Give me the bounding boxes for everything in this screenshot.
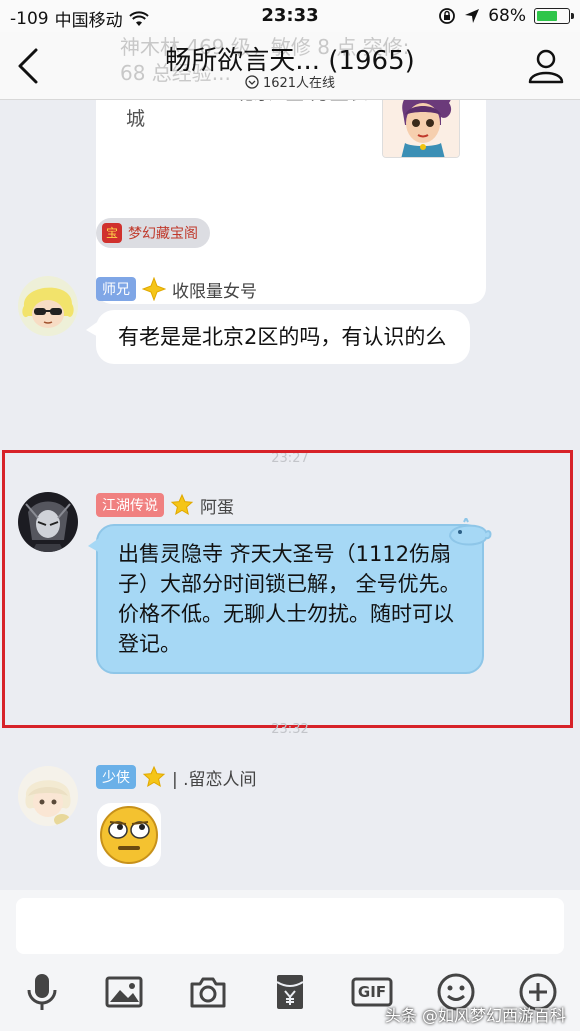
rank-badge: 师兄 [96, 277, 136, 301]
group-members-icon[interactable] [526, 46, 566, 86]
message-header: 少侠 | .留恋人间 [96, 763, 257, 791]
status-bar: -109 中国移动 23:33 68% [0, 0, 580, 32]
rotation-lock-icon [439, 8, 456, 24]
message-bubble[interactable]: 有老是是北京2区的吗，有认识的么 [86, 310, 470, 364]
character-thumbnail[interactable] [382, 100, 460, 158]
highlight-frame [2, 450, 573, 728]
red-packet-icon[interactable] [268, 970, 312, 1014]
online-status: 1621人在线 [0, 72, 580, 91]
source-tag[interactable]: 宝 梦幻藏宝阁 [96, 218, 210, 248]
source-tag-label: 梦幻藏宝阁 [128, 226, 198, 242]
character-portrait-icon [383, 100, 459, 157]
listing-card[interactable]: ¥58000.00 北京2区-万里长城 [96, 100, 486, 304]
listing-price-location: ¥58000.00 北京2区-万里长城 [126, 100, 368, 130]
battery-percent: 68% [488, 6, 526, 26]
chevron-down-circle-icon[interactable] [245, 74, 259, 89]
composer: GIF 头条 @如风梦幻西游百科 [0, 890, 580, 1031]
diamond-star-icon [142, 277, 166, 301]
avatar[interactable] [18, 276, 78, 336]
user-avatar-icon [18, 766, 78, 826]
message-input[interactable] [16, 898, 564, 954]
camera-icon[interactable] [186, 970, 230, 1014]
battery-icon [534, 8, 574, 24]
user-avatar-icon [18, 276, 78, 336]
online-count: 1621人在线 [262, 76, 336, 91]
chat-message-list[interactable]: ¥58000.00 北京2区-万里长城 宝 梦幻藏宝阁 [0, 100, 580, 890]
message-text: 有老是是北京2区的吗，有认识的么 [118, 325, 447, 349]
message-header: 师兄 收限量女号 [96, 275, 257, 303]
username[interactable]: | .留恋人间 [172, 765, 257, 790]
treasure-pavilion-icon: 宝 [102, 223, 122, 243]
image-icon[interactable] [102, 970, 146, 1014]
rolling-eyes-emoji-icon [97, 803, 161, 867]
avatar[interactable] [18, 766, 78, 826]
sticker-message[interactable] [96, 802, 162, 868]
battery-fill [537, 11, 557, 21]
username[interactable]: 收限量女号 [172, 277, 257, 302]
watermark: 头条 @如风梦幻西游百科 [384, 1006, 566, 1025]
microphone-icon[interactable] [20, 970, 64, 1014]
star-icon [142, 765, 166, 788]
gif-label: GIF [357, 983, 387, 1001]
nav-bar: 神木林 469 级，敏修 8 点 突修: 68 总经验... 畅所欲言天... … [0, 32, 580, 100]
rank-badge: 少侠 [96, 765, 136, 789]
message-timestamp: 23:32 [271, 722, 309, 737]
location-arrow-icon [465, 9, 480, 23]
